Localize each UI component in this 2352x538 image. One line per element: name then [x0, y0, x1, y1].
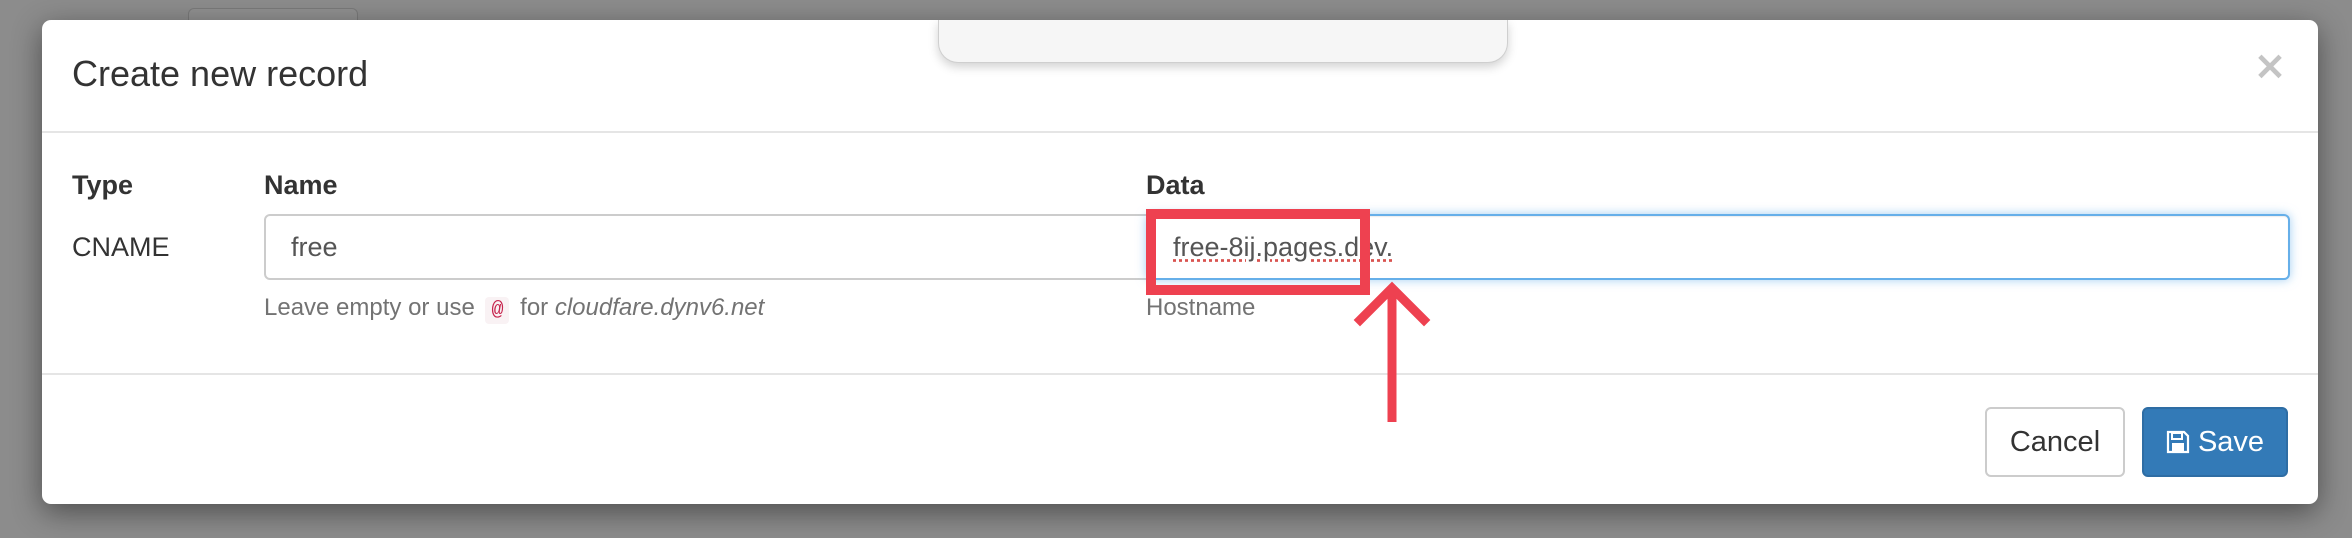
data-label: Data: [1146, 170, 1205, 200]
cancel-button[interactable]: Cancel: [1985, 407, 2125, 477]
at-symbol-code: @: [485, 297, 510, 324]
save-label: Save: [2197, 425, 2265, 458]
header-divider: [42, 131, 2318, 133]
record-type-value: CNAME: [72, 232, 170, 262]
type-label: Type: [72, 170, 134, 200]
close-icon[interactable]: ×: [2250, 46, 2290, 86]
name-label: Name: [264, 170, 338, 200]
footer-divider: [42, 373, 2318, 375]
name-input[interactable]: [264, 214, 1162, 280]
name-help-domain: cloudfare.dynv6.net: [554, 294, 765, 321]
top-popover: [938, 20, 1508, 63]
name-help-middle: for: [520, 294, 549, 321]
data-input[interactable]: [1146, 214, 2290, 280]
create-record-modal: Create new record × Type Name Data CNAME…: [42, 20, 2318, 504]
floppy-disk-icon: [2166, 430, 2190, 454]
save-button[interactable]: Save: [2142, 407, 2288, 477]
modal-title: Create new record: [72, 53, 369, 94]
name-help-text: Leave empty or use @ for cloudfare.dynv6…: [264, 294, 764, 324]
arrow-up-icon: [1353, 281, 1431, 422]
data-help-text: Hostname: [1146, 294, 1256, 321]
name-help-prefix: Leave empty or use: [264, 294, 475, 321]
